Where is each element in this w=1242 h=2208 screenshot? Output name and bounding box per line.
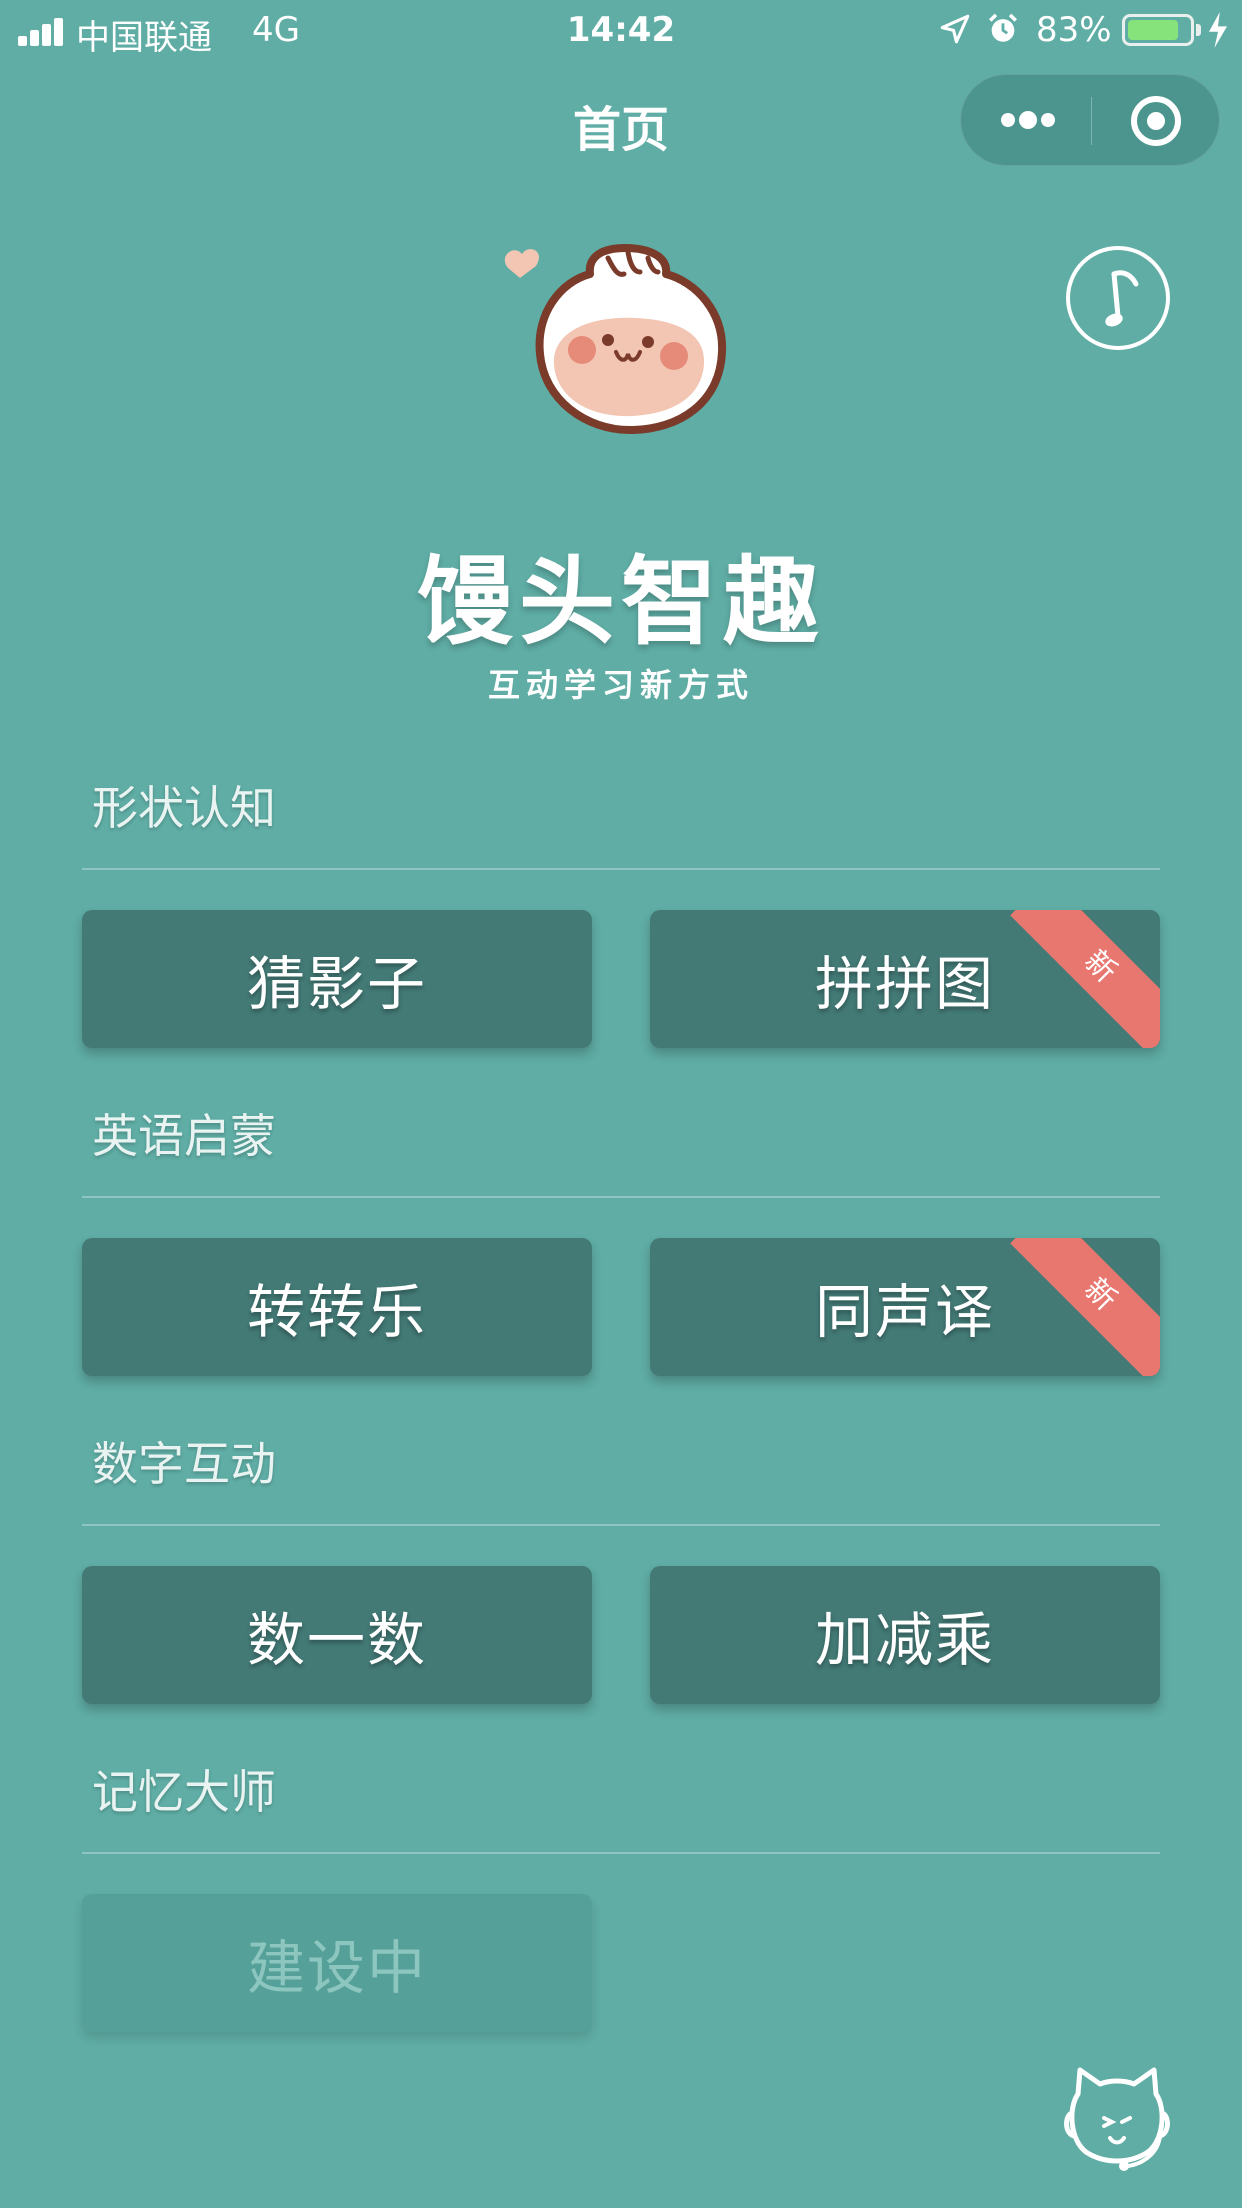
status-bar: 中国联通 4G 14:42 83%	[0, 0, 1242, 62]
button-label: 建设中	[246, 1934, 427, 2002]
cat-headset-icon[interactable]	[1058, 2064, 1176, 2174]
guess-shadow-button[interactable]: 猜影子	[82, 910, 592, 1048]
music-note-icon	[1105, 270, 1139, 327]
battery-percent: 83%	[1036, 10, 1112, 50]
section-divider	[82, 868, 1160, 870]
button-label: 转转乐	[246, 1278, 427, 1346]
translate-button[interactable]: 同声译 新	[650, 1238, 1160, 1376]
close-target-icon[interactable]	[1091, 75, 1221, 167]
arithmetic-button[interactable]: 加减乘	[650, 1566, 1160, 1704]
puzzle-button[interactable]: 拼拼图 新	[650, 910, 1160, 1048]
mini-program-capsule	[960, 74, 1220, 166]
battery-tip	[1196, 24, 1201, 36]
charging-icon	[1209, 12, 1227, 48]
button-label: 猜影子	[246, 950, 427, 1018]
button-label: 数一数	[246, 1606, 427, 1674]
section-divider	[82, 1852, 1160, 1854]
alarm-icon	[988, 13, 1018, 42]
battery-icon	[1122, 14, 1194, 46]
steamed-bun-mascot-image	[504, 244, 727, 434]
button-label: 加减乘	[814, 1606, 995, 1674]
new-badge: 新	[1010, 1238, 1160, 1376]
section-divider	[82, 1524, 1160, 1526]
button-label: 同声译	[814, 1278, 995, 1346]
app-logo-subtitle: 互动学习新方式	[487, 666, 754, 704]
section-title-memory: 记忆大师	[92, 1765, 276, 1819]
music-toggle-button[interactable]	[1066, 246, 1170, 350]
section-title-english: 英语启蒙	[92, 1109, 276, 1163]
count-button[interactable]: 数一数	[82, 1566, 592, 1704]
under-construction-button[interactable]: 建设中	[82, 1894, 592, 2032]
section-divider	[82, 1196, 1160, 1198]
new-badge: 新	[1010, 910, 1160, 1048]
location-icon	[940, 14, 970, 44]
battery-level	[1128, 20, 1178, 40]
app-logo-title: 馒头智趣	[417, 546, 825, 658]
spin-fun-button[interactable]: 转转乐	[82, 1238, 592, 1376]
more-dots-icon[interactable]	[961, 75, 1091, 167]
button-label: 拼拼图	[814, 950, 995, 1018]
section-title-shape: 形状认知	[92, 781, 276, 835]
section-title-numbers: 数字互动	[92, 1437, 276, 1491]
